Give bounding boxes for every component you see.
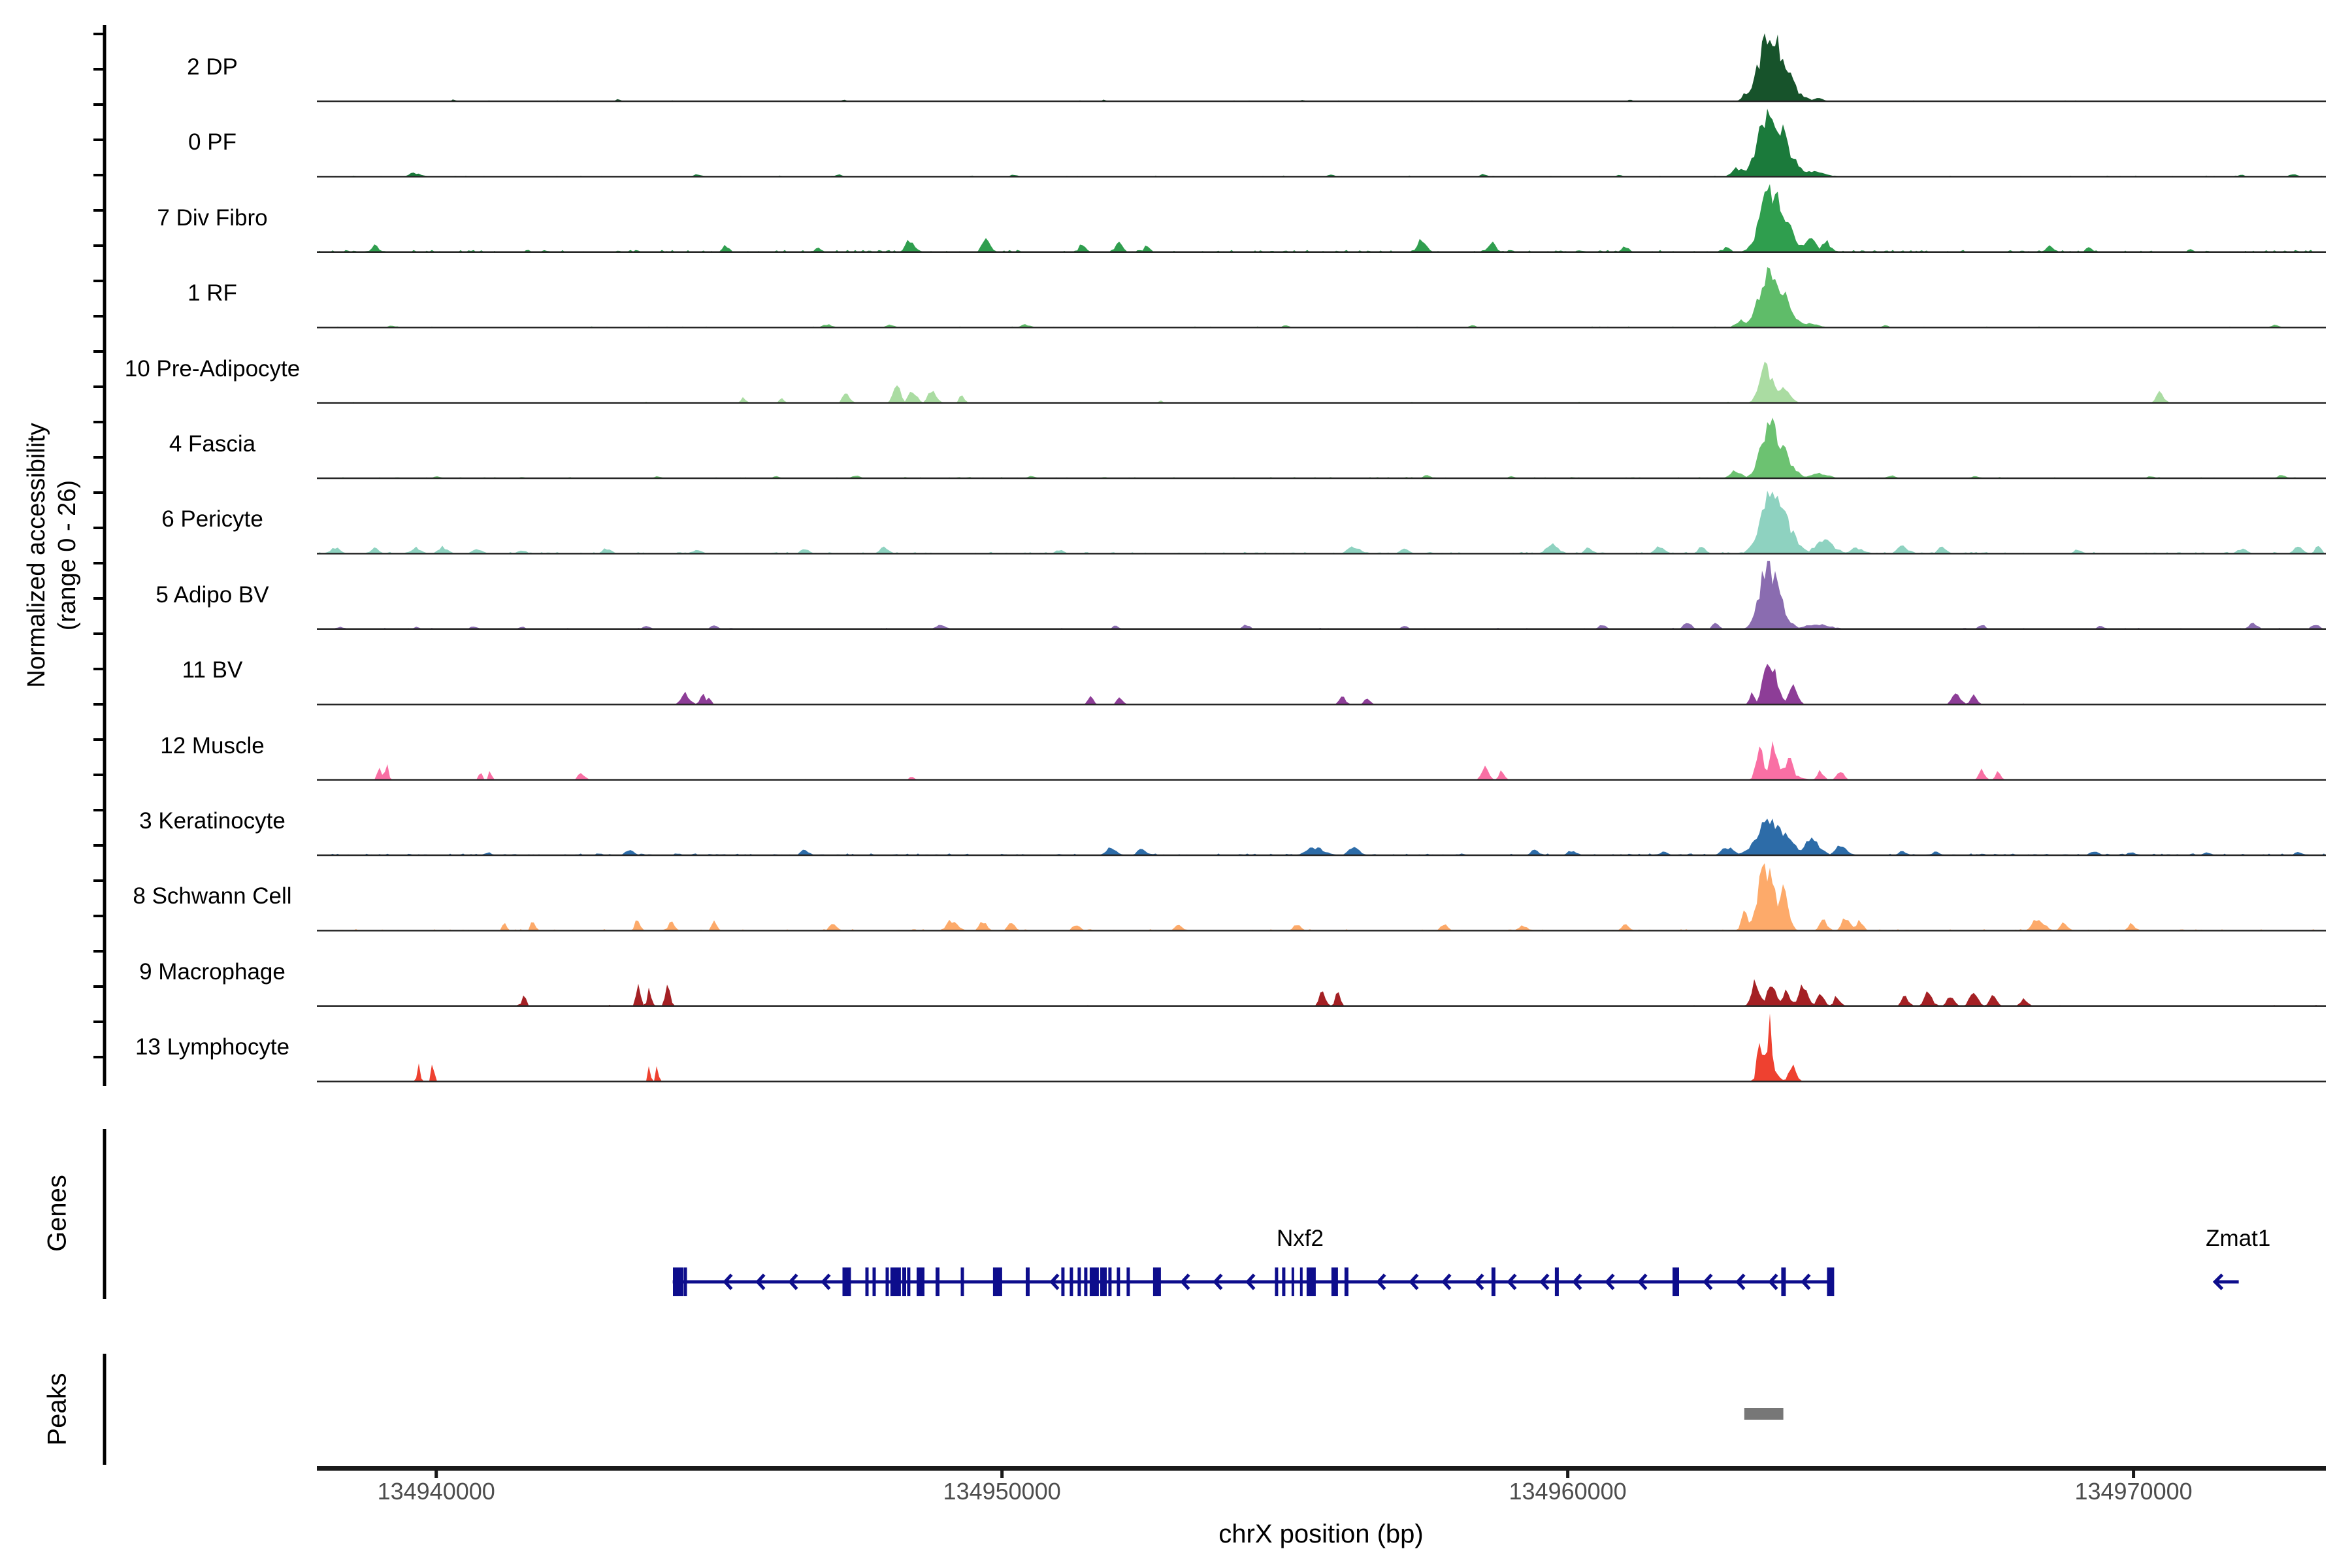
track-label-6-pericyte: 6 Pericyte bbox=[111, 502, 314, 536]
gene-label-nxf2: Nxf2 bbox=[1202, 1226, 1398, 1252]
track-signal-4 bbox=[317, 267, 2326, 327]
gene-exon-Nxf2 bbox=[1100, 1267, 1107, 1296]
track-label-4-fascia: 4 Fascia bbox=[111, 427, 314, 461]
peaks-section-label: Peaks bbox=[43, 1373, 73, 1445]
gene-exon-Nxf2 bbox=[1084, 1267, 1087, 1296]
gene-exon-Nxf2 bbox=[873, 1267, 876, 1296]
called-peak-bar bbox=[1744, 1408, 1784, 1420]
gene-exon-Nxf2 bbox=[993, 1267, 1002, 1296]
gene-exon-Nxf2 bbox=[1077, 1267, 1081, 1296]
gene-exon-Nxf2 bbox=[1090, 1267, 1099, 1296]
gene-exon-Nxf2 bbox=[1117, 1267, 1120, 1296]
track-signal-5 bbox=[317, 362, 2326, 403]
gene-exon-Nxf2 bbox=[961, 1267, 964, 1296]
gene-exon-Nxf2 bbox=[1673, 1267, 1679, 1296]
figure-canvas bbox=[0, 0, 2352, 1568]
track-signal-10 bbox=[317, 741, 2326, 779]
track-label-0-pf: 0 PF bbox=[111, 125, 314, 159]
x-tick-label-134960000: 134960000 bbox=[1470, 1478, 1666, 1505]
track-label-9-macrophage: 9 Macrophage bbox=[111, 955, 314, 989]
genes-section-label: Genes bbox=[43, 1175, 73, 1252]
gene-exon-Nxf2 bbox=[902, 1267, 906, 1296]
x-tick-label-134950000: 134950000 bbox=[904, 1478, 1100, 1505]
track-signal-7 bbox=[317, 491, 2326, 553]
gene-exon-Nxf2 bbox=[1300, 1267, 1303, 1296]
coverage-plot-figure: Normalized accessibility (range 0 - 26) … bbox=[0, 0, 2352, 1568]
y-axis-label: Normalized accessibility (range 0 - 26) bbox=[22, 423, 83, 687]
gene-exon-Nxf2 bbox=[936, 1267, 939, 1296]
gene-exon-Nxf2 bbox=[1827, 1267, 1834, 1296]
gene-exon-Nxf2 bbox=[1282, 1267, 1285, 1296]
gene-exon-Nxf2 bbox=[1108, 1267, 1111, 1296]
track-signal-9 bbox=[317, 664, 2326, 704]
track-label-13-lymphocyte: 13 Lymphocyte bbox=[111, 1030, 314, 1064]
track-label-7-div-fibro: 7 Div Fibro bbox=[111, 201, 314, 235]
track-signal-6 bbox=[317, 417, 2326, 478]
track-signal-11 bbox=[317, 819, 2326, 855]
track-label-10-pre-adipocyte: 10 Pre-Adipocyte bbox=[111, 352, 314, 386]
track-signal-2 bbox=[317, 108, 2326, 176]
track-signal-1 bbox=[317, 33, 2326, 101]
gene-exon-Nxf2 bbox=[1070, 1267, 1073, 1296]
x-tick-label-134970000: 134970000 bbox=[2036, 1478, 2232, 1505]
gene-exon-Nxf2 bbox=[886, 1267, 889, 1296]
gene-exon-Nxf2 bbox=[673, 1267, 683, 1296]
track-signal-12 bbox=[317, 863, 2326, 930]
track-signal-14 bbox=[317, 1013, 2326, 1081]
y-axis-label-line2: (range 0 - 26) bbox=[52, 423, 83, 687]
track-label-2-dp: 2 DP bbox=[111, 50, 314, 84]
track-signal-3 bbox=[317, 184, 2326, 252]
gene-exon-Nxf2 bbox=[907, 1267, 910, 1296]
gene-exon-Nxf2 bbox=[1061, 1267, 1064, 1296]
track-label-3-keratinocyte: 3 Keratinocyte bbox=[111, 804, 314, 838]
gene-exon-Nxf2 bbox=[1275, 1267, 1278, 1296]
gene-exon-Nxf2 bbox=[1026, 1267, 1030, 1296]
x-axis-title: chrX position (bp) bbox=[1125, 1520, 1517, 1549]
gene-exon-Nxf2 bbox=[1126, 1267, 1130, 1296]
gene-exon-Nxf2 bbox=[1492, 1267, 1495, 1296]
track-label-5-adipo-bv: 5 Adipo BV bbox=[111, 578, 314, 612]
track-label-8-schwann-cell: 8 Schwann Cell bbox=[111, 879, 314, 913]
x-tick-label-134940000: 134940000 bbox=[338, 1478, 534, 1505]
gene-exon-Nxf2 bbox=[1153, 1267, 1161, 1296]
track-label-11-bv: 11 BV bbox=[111, 653, 314, 687]
track-signal-13 bbox=[317, 979, 2326, 1006]
gene-exon-Nxf2 bbox=[1292, 1267, 1294, 1296]
gene-exon-Nxf2 bbox=[843, 1267, 851, 1296]
gene-exon-Nxf2 bbox=[1345, 1267, 1348, 1296]
track-signal-8 bbox=[317, 561, 2326, 629]
track-label-1-rf: 1 RF bbox=[111, 276, 314, 310]
gene-exon-Nxf2 bbox=[1555, 1267, 1559, 1296]
gene-exon-Nxf2 bbox=[917, 1267, 924, 1296]
track-label-12-muscle: 12 Muscle bbox=[111, 729, 314, 763]
gene-exon-Nxf2 bbox=[890, 1267, 901, 1296]
gene-exon-Nxf2 bbox=[866, 1267, 869, 1296]
gene-label-zmat1: Zmat1 bbox=[2140, 1226, 2336, 1252]
gene-exon-Nxf2 bbox=[1781, 1267, 1786, 1296]
gene-exon-Nxf2 bbox=[1307, 1267, 1316, 1296]
y-axis-label-line1: Normalized accessibility bbox=[22, 423, 52, 687]
x-axis-line bbox=[317, 1466, 2326, 1471]
gene-exon-Nxf2 bbox=[1331, 1267, 1338, 1296]
gene-exon-Nxf2 bbox=[684, 1267, 687, 1296]
